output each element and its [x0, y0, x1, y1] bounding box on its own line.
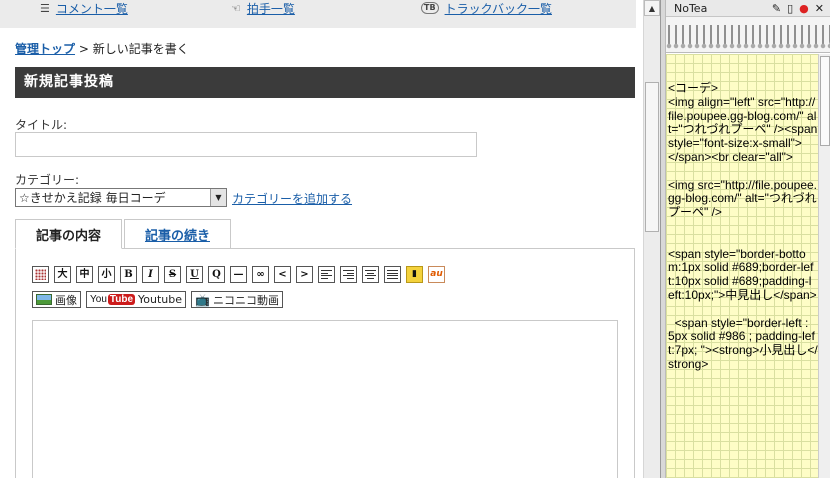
quote-button[interactable]: Q [208, 266, 225, 283]
insert-image-button[interactable]: 画像 [32, 291, 81, 308]
breadcrumb-current: 新しい記事を書く [92, 42, 189, 56]
insert-youtube-label: Youtube [138, 293, 183, 306]
tab-article-body[interactable]: 記事の内容 [15, 219, 122, 249]
nav-claps-link[interactable]: 拍手一覧 [247, 0, 295, 17]
article-editor: 大 中 小 B I S U Q — ∞ < > ▮ au 画像 You Tube… [15, 248, 635, 478]
notea-header-icons: ✎ ▯ ● ✕ [772, 2, 830, 15]
blog-admin-panel: ☰ コメント一覧 ☜ 拍手一覧 TB トラックバック一覧 管理トップ > 新しい… [0, 0, 643, 478]
trackback-icon: TB [421, 2, 439, 14]
nav-comments[interactable]: ☰ コメント一覧 [40, 0, 128, 16]
notea-sidebar: NoTea ✎ ▯ ● ✕ <コーデ> <img align="left" sr… [666, 0, 830, 478]
title-input[interactable] [15, 132, 477, 157]
scroll-up-icon[interactable]: ▲ [644, 0, 660, 16]
youtube-logo-tube: Tube [107, 294, 136, 305]
clap-icon: ☜ [231, 1, 241, 15]
underline-button[interactable]: U [186, 266, 203, 283]
align-justify-icon [387, 270, 398, 279]
align-right-button[interactable] [340, 266, 357, 283]
image-icon [36, 294, 52, 305]
breadcrumb-separator: > [75, 42, 93, 56]
format-toolbar: 大 中 小 B I S U Q — ∞ < > ▮ au [32, 266, 445, 283]
top-nav: ☰ コメント一覧 ☜ 拍手一覧 TB トラックバック一覧 [0, 0, 636, 28]
insert-nico-label: ニコニコ動画 [212, 293, 279, 307]
bold-button[interactable]: B [120, 266, 137, 283]
nav-comments-link[interactable]: コメント一覧 [56, 0, 128, 17]
youtube-icon: You Tube [90, 294, 136, 305]
link-button[interactable]: ∞ [252, 266, 269, 283]
notea-header: NoTea ✎ ▯ ● ✕ [666, 0, 830, 17]
font-large-button[interactable]: 大 [54, 266, 71, 283]
align-left-button[interactable] [318, 266, 335, 283]
notepad-scrollbar[interactable] [818, 54, 830, 478]
align-left-icon [321, 270, 332, 279]
notepad-page[interactable]: <コーデ> <img align="left" src="http://file… [666, 54, 830, 478]
align-center-button[interactable] [362, 266, 379, 283]
color-grid-icon [35, 269, 46, 280]
nav-trackbacks[interactable]: TB トラックバック一覧 [421, 0, 552, 16]
mobile-emoji-button[interactable]: ▮ [406, 266, 423, 283]
category-label: カテゴリー: [15, 173, 80, 187]
close-icon[interactable]: ✕ [815, 2, 824, 15]
insert-image-label: 画像 [55, 293, 77, 307]
page-scrollbar[interactable]: ▲ [643, 0, 660, 478]
category-selected-value: ☆きせかえ記録 毎日コーデ [19, 191, 166, 205]
chevron-down-icon[interactable]: ▼ [210, 189, 226, 206]
notepad-spiral-binding [666, 17, 830, 53]
align-justify-button[interactable] [384, 266, 401, 283]
breadcrumb-home-link[interactable]: 管理トップ [15, 42, 75, 56]
youtube-logo-you: You [90, 294, 107, 305]
color-palette-button[interactable] [32, 266, 49, 283]
page-icon[interactable]: ▯ [787, 2, 793, 15]
title-label: タイトル: [15, 118, 68, 132]
scrollbar-thumb[interactable] [645, 82, 659, 232]
au-emoji-button[interactable]: au [428, 266, 445, 283]
list-icon: ☰ [40, 1, 50, 15]
horizontal-rule-button[interactable]: — [230, 266, 247, 283]
media-toolbar: 画像 You Tube Youtube 📺 ニコニコ動画 [32, 291, 283, 308]
strikethrough-button[interactable]: S [164, 266, 181, 283]
align-right-icon [343, 270, 354, 279]
notepad-scrollbar-thumb[interactable] [820, 56, 830, 146]
help-icon[interactable]: ● [799, 2, 809, 15]
section-title: 新規記事投稿 [15, 67, 635, 98]
tools-icon[interactable]: ✎ [772, 2, 781, 15]
font-medium-button[interactable]: 中 [76, 266, 93, 283]
breadcrumb: 管理トップ > 新しい記事を書く [15, 40, 189, 57]
article-body-textarea[interactable] [32, 320, 618, 478]
font-small-button[interactable]: 小 [98, 266, 115, 283]
spiral-holes [666, 42, 830, 50]
insert-youtube-button[interactable]: You Tube Youtube [86, 291, 187, 308]
align-center-icon [365, 270, 376, 279]
insert-nico-button[interactable]: 📺 ニコニコ動画 [191, 291, 283, 308]
tv-icon: 📺 [195, 292, 210, 307]
category-select[interactable]: ☆きせかえ記録 毎日コーデ ▼ [15, 188, 227, 207]
greater-than-button[interactable]: > [296, 266, 313, 283]
phone-icon: ▮ [412, 269, 417, 279]
notea-title: NoTea [674, 1, 708, 15]
nav-trackbacks-link[interactable]: トラックバック一覧 [445, 0, 552, 17]
less-than-button[interactable]: < [274, 266, 291, 283]
nav-claps[interactable]: ☜ 拍手一覧 [231, 0, 295, 16]
notepad-text[interactable]: <コーデ> <img align="left" src="http://file… [668, 81, 818, 372]
tab-article-continued[interactable]: 記事の続き [124, 219, 231, 249]
italic-button[interactable]: I [142, 266, 159, 283]
add-category-link[interactable]: カテゴリーを追加する [232, 190, 352, 207]
